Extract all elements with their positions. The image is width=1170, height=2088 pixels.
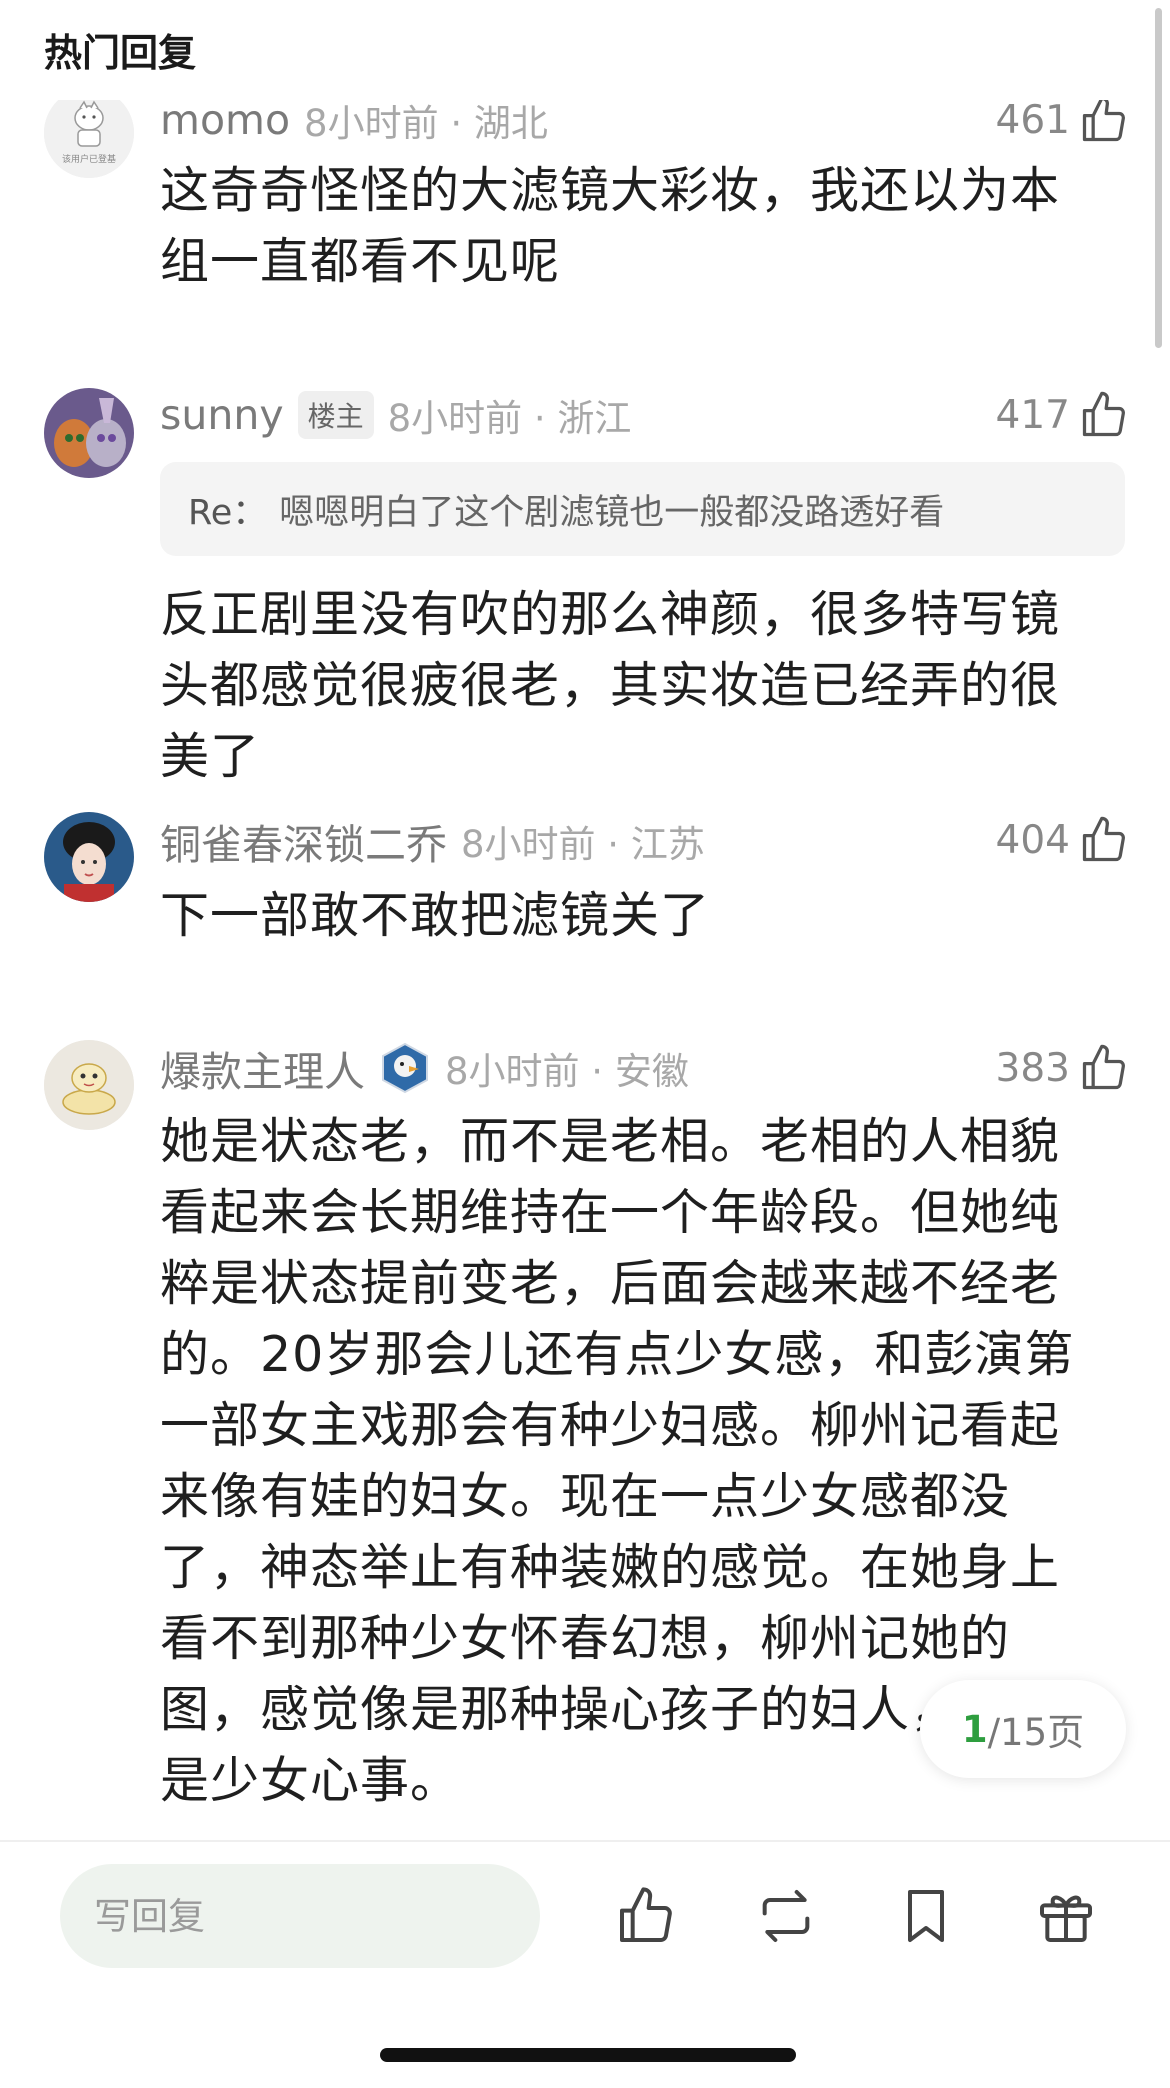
username[interactable]: 爆款主理人 <box>160 1038 365 1098</box>
time-location: 8小时前 · 浙江 <box>387 397 632 440</box>
thumbs-up-icon <box>1082 1044 1125 1090</box>
header: 热门回复 <box>0 0 1170 100</box>
time-location: 8小时前 · 湖北 <box>304 102 548 145</box>
avatar[interactable] <box>44 812 134 902</box>
quoted-reply[interactable]: Re： 嗯嗯明白了这个剧滤镜也一般都没路透好看 <box>160 462 1125 556</box>
home-indicator[interactable] <box>380 2048 796 2062</box>
scrollbar[interactable] <box>1155 8 1162 348</box>
like-count: 404 <box>995 817 1070 863</box>
username[interactable]: 铜雀春深锁二乔 <box>160 811 447 871</box>
like-button[interactable]: 404 <box>996 812 1130 868</box>
time-location: 8小时前 · 江苏 <box>461 823 705 866</box>
avatar[interactable] <box>44 1040 134 1130</box>
comment-meta: 铜雀春深锁二乔 8小时前 · 江苏 <box>160 816 705 869</box>
total-pages: /15页 <box>987 1711 1085 1754</box>
thumbs-up-icon <box>1082 816 1125 862</box>
like-button[interactable]: 461 <box>996 92 1130 148</box>
op-badge: 楼主 <box>297 391 374 439</box>
comment-body: 反正剧里没有吹的那么神颜，很多特写镜头都感觉很疲很老，其实妆造已经弄的很美了 <box>160 586 1061 785</box>
avatar[interactable] <box>44 388 134 478</box>
user-badge-icon <box>382 1042 428 1094</box>
like-button[interactable]: 383 <box>996 1040 1130 1096</box>
comment-body: 下一部敢不敢把滤镜关了 <box>160 887 711 944</box>
avatar[interactable]: 该用户已登基 <box>44 88 134 178</box>
current-page: 1 <box>961 1707 988 1751</box>
comment-meta: 爆款主理人 8小时前 · 安徽 <box>160 1042 689 1096</box>
thumbs-up-icon <box>1082 96 1125 142</box>
like-count: 383 <box>995 1045 1070 1091</box>
reply-input[interactable] <box>60 1864 540 1968</box>
page-indicator[interactable]: 1 /15页 <box>920 1680 1126 1778</box>
reply-quote-text: 嗯嗯明白了这个剧滤镜也一般都没路透好看 <box>279 492 945 533</box>
comment-meta: sunny 楼主 8小时前 · 浙江 <box>160 390 631 440</box>
repost-icon[interactable] <box>754 1884 818 1948</box>
comment-meta: momo 8小时前 · 湖北 <box>160 95 548 145</box>
gift-icon[interactable] <box>1034 1884 1098 1948</box>
page-title: 热门回复 <box>44 31 197 75</box>
snake-avatar-icon <box>44 1040 134 1130</box>
like-count: 417 <box>995 392 1070 438</box>
svg-text:该用户已登基: 该用户已登基 <box>62 153 116 165</box>
bookmark-icon[interactable] <box>894 1884 958 1948</box>
cartoon-avatar-icon <box>44 388 134 478</box>
thumbs-up-icon <box>1082 391 1125 437</box>
username[interactable]: momo <box>160 96 290 144</box>
time-location: 8小时前 · 安徽 <box>445 1050 689 1093</box>
reply-label: Re： <box>188 492 268 533</box>
like-count: 461 <box>995 97 1070 143</box>
thumbs-up-icon[interactable] <box>614 1884 678 1948</box>
like-button[interactable]: 417 <box>996 387 1130 443</box>
comment-body: 这奇奇怪怪的大滤镜大彩妆，我还以为本组一直都看不见呢 <box>160 162 1061 290</box>
default-avatar-icon: 该用户已登基 <box>44 88 134 178</box>
portrait-avatar-icon <box>44 812 134 902</box>
username[interactable]: sunny <box>160 391 284 439</box>
